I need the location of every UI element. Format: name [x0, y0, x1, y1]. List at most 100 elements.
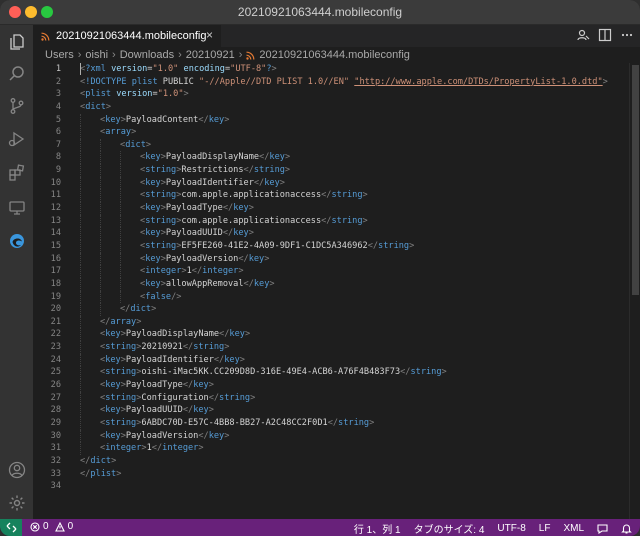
code-line[interactable]: <key>PayloadContent</key> — [80, 113, 629, 127]
code-token: version — [116, 89, 153, 100]
line-number-gutter: 1 2 3 4 5 6 7 8 9 10 11 12 13 14 15 16 17 18 19 20 21 22 23 24 2… — [33, 63, 61, 493]
remote-explorer-icon[interactable] — [6, 197, 27, 218]
chevron-right-icon: › — [77, 49, 82, 61]
problems-indicator[interactable]: 0 0 — [30, 521, 73, 532]
code-line[interactable]: <key>allowAppRemoval</key> — [80, 277, 629, 291]
bell-icon[interactable] — [621, 523, 632, 534]
indent-guide — [80, 290, 100, 304]
scrollbar-thumb[interactable] — [632, 65, 639, 295]
indent-guide — [100, 227, 120, 240]
tab-size[interactable]: タブのサイズ: 4 — [414, 521, 485, 536]
code-line[interactable]: <key>PayloadType</key> — [80, 379, 629, 392]
end-of-line[interactable]: LF — [539, 523, 551, 534]
code-line[interactable]: </plist> — [80, 468, 629, 481]
code-token: > — [284, 165, 291, 176]
line-number: 18 — [50, 278, 61, 289]
code-token: string — [105, 367, 137, 378]
line-number: 22 — [50, 329, 61, 340]
code-token: > — [284, 152, 291, 163]
file-encoding[interactable]: UTF-8 — [497, 523, 525, 534]
code-line[interactable] — [80, 480, 629, 493]
feedback-icon[interactable] — [597, 523, 608, 534]
tab-close-button[interactable]: × — [206, 28, 213, 42]
code-line[interactable]: </dict> — [80, 303, 629, 316]
editor-tab[interactable]: 20210921063444.mobileconfig × — [33, 25, 221, 47]
settings-gear-icon[interactable] — [6, 492, 27, 513]
code-line[interactable]: <key>PayloadDisplayName</key> — [80, 328, 629, 341]
search-icon[interactable] — [6, 63, 27, 84]
code-line[interactable]: <string>com.apple.applicationaccess</str… — [80, 189, 629, 202]
code-token: string — [105, 342, 137, 353]
code-line[interactable]: </array> — [80, 315, 629, 329]
code-token: PayloadDisplayName — [125, 329, 220, 340]
indent-guide — [80, 252, 100, 266]
code-token: </ — [222, 228, 234, 239]
line-number: 15 — [50, 240, 61, 251]
line-number: 17 — [50, 266, 61, 277]
indent-guide — [80, 164, 100, 177]
code-line[interactable]: <dict> — [80, 138, 629, 152]
code-token: </ — [243, 278, 254, 289]
breadcrumb-item[interactable]: oishi — [85, 49, 108, 61]
code-line[interactable]: <dict> — [80, 101, 629, 114]
code-token: string — [410, 367, 442, 378]
code-token: key — [193, 405, 209, 416]
account-icon[interactable] — [6, 459, 27, 480]
breadcrumb-item[interactable]: Downloads — [120, 49, 174, 61]
code-line[interactable]: <key>PayloadUUID</key> — [80, 227, 629, 240]
breadcrumb-item[interactable]: 20210921 — [186, 49, 235, 61]
code-line[interactable]: <string>com.apple.applicationaccess</str… — [80, 214, 629, 228]
code-line[interactable]: <key>PayloadIdentifier</key> — [80, 176, 629, 190]
line-number: 29 — [50, 417, 61, 428]
code-line[interactable]: <string>oishi-iMac5KK.CC209D8D-316E-49E4… — [80, 366, 629, 379]
code-line[interactable]: <integer>1</integer> — [80, 442, 629, 455]
code-line[interactable]: <key>PayloadIdentifier</key> — [80, 353, 629, 367]
source-control-icon[interactable] — [6, 95, 27, 116]
code-line[interactable]: <array> — [80, 126, 629, 139]
split-editor-icon[interactable] — [598, 28, 612, 42]
code-token: </ — [367, 240, 379, 251]
code-line[interactable]: <string>EF5FE260-41E2-4A09-9DF1-C1DC5A34… — [80, 239, 629, 253]
code-line[interactable]: <!DOCTYPE plist PUBLIC "-//Apple//DTD PL… — [80, 76, 629, 89]
code-line[interactable]: <string>20210921</string> — [80, 341, 629, 354]
text-cursor — [80, 63, 81, 75]
code-area[interactable]: <?xml version="1.0" encoding="UTF-8"?> <!… — [80, 63, 629, 493]
code-line[interactable]: <false/> — [80, 290, 629, 304]
files-icon[interactable] — [6, 31, 27, 52]
code-line[interactable]: <string>6ABDC70D-E57C-4BB8-BB27-A2C48CC2… — [80, 416, 629, 430]
code-line[interactable]: <key>PayloadUUID</key> — [80, 404, 629, 417]
language-mode[interactable]: XML — [563, 523, 584, 534]
indent-guide — [100, 214, 120, 228]
code-token: key — [233, 228, 249, 239]
code-line[interactable]: <integer>1</integer> — [80, 265, 629, 278]
code-token: key — [208, 430, 225, 441]
vertical-scrollbar[interactable] — [629, 63, 640, 519]
code-token: key — [269, 152, 285, 163]
code-editor[interactable]: 1 2 3 4 5 6 7 8 9 10 11 12 13 14 15 16 17 18 19 20 21 22 23 24 2… — [33, 63, 629, 519]
code-line[interactable]: <string>Restrictions</string> — [80, 164, 629, 177]
edge-icon[interactable] — [6, 230, 27, 251]
code-line[interactable]: <key>PayloadVersion</key> — [80, 252, 629, 266]
code-line[interactable]: </dict> — [80, 455, 629, 468]
breadcrumb-item[interactable]: 20210921063444.mobileconfig — [259, 49, 409, 61]
code-line[interactable]: <key>PayloadVersion</key> — [80, 429, 629, 443]
code-token: string — [145, 240, 177, 251]
code-line[interactable]: <string>Configuration</string> — [80, 391, 629, 405]
run-debug-icon[interactable] — [6, 128, 27, 149]
code-token: > — [105, 101, 112, 112]
code-token: </ — [219, 329, 230, 340]
code-token: dict — [85, 101, 106, 112]
live-share-icon[interactable] — [576, 28, 590, 42]
indent-guide — [80, 391, 100, 405]
breadcrumb-item[interactable]: Users — [45, 49, 74, 61]
extensions-icon[interactable] — [6, 162, 27, 183]
remote-icon[interactable] — [0, 519, 22, 536]
indent-guide — [80, 442, 100, 455]
code-line[interactable]: <key>PayloadDisplayName</key> — [80, 151, 629, 164]
code-line[interactable]: <?xml version="1.0" encoding="UTF-8"?> — [80, 63, 629, 76]
indent-guide — [80, 429, 100, 443]
cursor-position[interactable]: 行 1、列 1 — [354, 521, 401, 536]
more-actions-icon[interactable] — [620, 28, 634, 42]
code-line[interactable]: <key>PayloadType</key> — [80, 202, 629, 215]
code-line[interactable]: <plist version="1.0"> — [80, 88, 629, 101]
